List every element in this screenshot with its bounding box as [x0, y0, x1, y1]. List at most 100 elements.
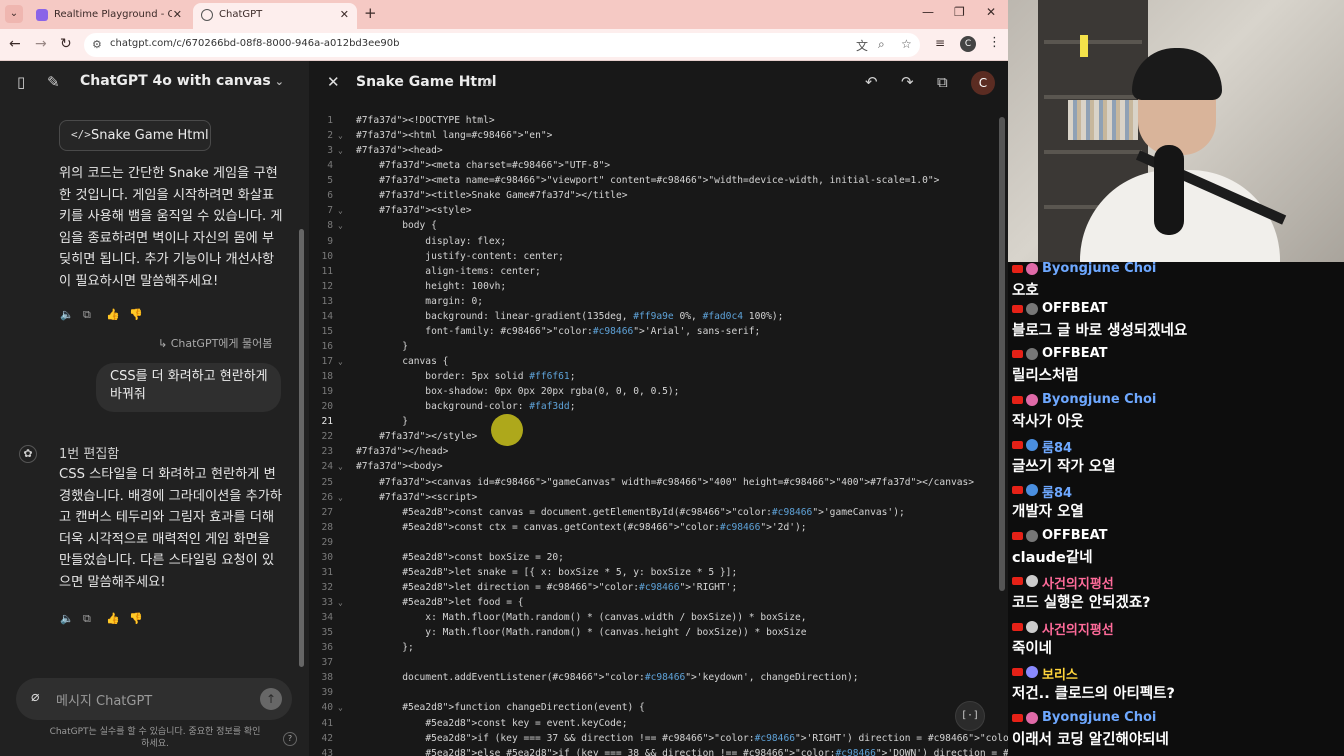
code-line[interactable]: 10 justify-content: center; — [309, 249, 993, 264]
code-line[interactable]: 16 } — [309, 339, 993, 354]
message-composer[interactable]: ⌀ 메시지 ChatGPT ↑ — [16, 678, 292, 720]
fold-chevron-icon[interactable]: ⌄ — [338, 459, 343, 474]
code-line[interactable]: 27 #5ea2d8">const canvas = document.getE… — [309, 505, 993, 520]
tab-close-icon[interactable]: ✕ — [173, 3, 182, 27]
code-line[interactable]: 36 }; — [309, 640, 993, 655]
tab-search-icon[interactable]: ⌄ — [5, 5, 23, 23]
code-line[interactable]: 33 ⌄ #5ea2d8">let food = { — [309, 595, 993, 610]
fold-chevron-icon[interactable]: ⌄ — [338, 490, 343, 505]
code-line[interactable]: 21 } — [309, 414, 993, 429]
new-tab-icon[interactable]: + — [364, 4, 377, 22]
fold-chevron-icon[interactable]: ⌄ — [338, 218, 343, 233]
code-line[interactable]: 26 ⌄ #7fa37d"><script> — [309, 490, 993, 505]
thumbs-up-icon[interactable]: 👍 — [106, 308, 129, 321]
code-line[interactable]: 23 #7fa37d"></head> — [309, 444, 993, 459]
fold-chevron-icon[interactable]: ⌄ — [338, 700, 343, 715]
send-button[interactable]: ↑ — [260, 688, 282, 710]
chat-scrollbar[interactable] — [299, 229, 304, 667]
code-line[interactable]: 35 y: Math.floor(Math.random() * (canvas… — [309, 625, 993, 640]
new-chat-icon[interactable]: ✎ — [47, 73, 60, 91]
read-aloud-icon[interactable]: 🔈 — [60, 612, 83, 625]
zoom-icon[interactable]: ⌕ — [878, 37, 885, 52]
translate-icon[interactable]: 文 — [856, 37, 868, 54]
fold-chevron-icon[interactable]: ⌄ — [338, 595, 343, 610]
browser-menu-icon[interactable]: ⋮ — [988, 35, 1001, 50]
tab-close-icon[interactable]: ✕ — [340, 3, 349, 27]
code-line[interactable]: 29 — [309, 535, 993, 550]
fold-chevron-icon[interactable]: ⌄ — [338, 203, 343, 218]
help-button[interactable]: ? — [283, 732, 297, 746]
undo-icon[interactable]: ↶ — [865, 73, 878, 91]
restore-icon[interactable]: ❐ — [954, 5, 965, 19]
thumbs-up-icon[interactable]: 👍 — [106, 612, 129, 625]
code-line[interactable]: 7 ⌄ #7fa37d"><style> — [309, 203, 993, 218]
bookmark-star-icon[interactable]: ☆ — [901, 37, 912, 51]
code-line[interactable]: 12 height: 100vh; — [309, 279, 993, 294]
copy-icon[interactable]: ⧉ — [83, 612, 106, 626]
code-line[interactable]: 22 #7fa37d"></style> — [309, 429, 993, 444]
redo-icon[interactable]: ↷ — [901, 73, 914, 91]
code-line[interactable]: 30 #5ea2d8">const boxSize = 20; — [309, 550, 993, 565]
code-line[interactable]: 15 font-family: #c98466">"color:#c98466"… — [309, 324, 993, 339]
code-line[interactable]: 6 #7fa37d"><title>Snake Game#7fa37d"></t… — [309, 188, 993, 203]
code-line[interactable]: 24 ⌄ #7fa37d"><body> — [309, 459, 993, 474]
editor-scrollbar[interactable] — [999, 117, 1005, 591]
code-line[interactable]: 5 #7fa37d"><meta name=#c98466">"viewport… — [309, 173, 993, 188]
code-line[interactable]: 1 #7fa37d"><!DOCTYPE html> — [309, 113, 993, 128]
code-editor[interactable]: 1 #7fa37d"><!DOCTYPE html> 2 ⌄ #7fa37d"><htm… — [309, 113, 1008, 756]
code-line[interactable]: 18 border: 5px solid #ff6f61; — [309, 369, 993, 384]
code-line[interactable]: 14 background: linear-gradient(135deg, #… — [309, 309, 993, 324]
back-icon[interactable]: ← — [9, 36, 21, 52]
minimize-icon[interactable]: — — [922, 5, 934, 19]
code-line[interactable]: 20 background-color: #faf3dd; — [309, 399, 993, 414]
code-line[interactable]: 31 #5ea2d8">let snake = [{ x: boxSize * … — [309, 565, 993, 580]
thumbs-down-icon[interactable]: 👎 — [129, 612, 152, 625]
read-aloud-icon[interactable]: 🔈 — [60, 308, 83, 321]
sidebar-toggle-icon[interactable]: ▯ — [17, 73, 25, 91]
reload-icon[interactable]: ↻ — [60, 36, 72, 52]
fold-chevron-icon[interactable]: ⌄ — [338, 354, 343, 369]
tab-chatgpt[interactable]: ChatGPT ✕ — [193, 3, 357, 29]
forward-icon[interactable]: → — [35, 36, 47, 52]
code-line[interactable]: 38 document.addEventListener(#c98466">"c… — [309, 670, 993, 685]
copy-icon[interactable]: ⧉ — [83, 308, 106, 322]
url-input[interactable]: ⚙ chatgpt.com/c/670266bd-08f8-8000-946a-… — [84, 33, 920, 57]
edit-count-label[interactable]: 1번 편집함 — [59, 443, 119, 462]
attach-icon[interactable]: ⌀ — [31, 689, 39, 705]
code-line[interactable]: 32 #5ea2d8">let direction = #c98466">"co… — [309, 580, 993, 595]
model-selector[interactable]: ChatGPT 4o with canvas ⌄ — [80, 73, 284, 89]
window-close-icon[interactable]: ✕ — [986, 5, 996, 19]
tab-realtime-playground[interactable]: Realtime Playground - OpenAI ✕ — [28, 3, 190, 29]
code-line[interactable]: 43 #5ea2d8">else #5ea2d8">if (key === 38… — [309, 746, 1008, 756]
chat-username: 사건의지평선 — [1042, 623, 1114, 638]
code-line[interactable]: 37 — [309, 655, 993, 670]
code-line[interactable]: 42 #5ea2d8">if (key === 37 && direction … — [309, 731, 1008, 746]
close-canvas-icon[interactable]: ✕ — [327, 73, 340, 91]
code-line[interactable]: 17 ⌄ canvas { — [309, 354, 993, 369]
code-line[interactable]: 39 — [309, 685, 993, 700]
thumbs-down-icon[interactable]: 👎 — [129, 308, 152, 321]
code-line[interactable]: 28 #5ea2d8">const ctx = canvas.getContex… — [309, 520, 993, 535]
composer-placeholder[interactable]: 메시지 ChatGPT — [56, 690, 152, 709]
code-line[interactable]: 3 ⌄ #7fa37d"><head> — [309, 143, 993, 158]
user-avatar[interactable]: C — [971, 71, 995, 95]
fold-chevron-icon[interactable]: ⌄ — [338, 143, 343, 158]
profile-avatar[interactable]: C — [960, 36, 976, 52]
site-info-icon[interactable]: ⚙ — [92, 38, 102, 51]
code-line[interactable]: 8 ⌄ body { — [309, 218, 993, 233]
fold-chevron-icon[interactable]: ⌄ — [338, 128, 343, 143]
artifact-open-button[interactable]: </> Snake Game Html — [59, 120, 211, 151]
code-edit-suggest-button[interactable]: [·] — [955, 701, 985, 731]
code-line[interactable]: 2 ⌄ #7fa37d"><html lang=#c98466">"en"> — [309, 128, 993, 143]
code-line[interactable]: 40 ⌄ #5ea2d8">function changeDirection(ev… — [309, 700, 993, 715]
copy-code-icon[interactable]: ⧉ — [937, 73, 948, 91]
code-line[interactable]: 25 #7fa37d"><canvas id=#c98466">"gameCan… — [309, 475, 993, 490]
code-line[interactable]: 19 box-shadow: 0px 0px 20px rgba(0, 0, 0… — [309, 384, 993, 399]
code-line[interactable]: 4 #7fa37d"><meta charset=#c98466">"UTF-8… — [309, 158, 993, 173]
reading-list-icon[interactable]: ≡ — [935, 36, 945, 50]
code-line[interactable]: 9 display: flex; — [309, 234, 993, 249]
code-line[interactable]: 34 x: Math.floor(Math.random() * (canvas… — [309, 610, 993, 625]
code-line[interactable]: 13 margin: 0; — [309, 294, 993, 309]
code-line[interactable]: 11 align-items: center; — [309, 264, 993, 279]
code-line[interactable]: 41 #5ea2d8">const key = event.keyCode; — [309, 716, 993, 731]
